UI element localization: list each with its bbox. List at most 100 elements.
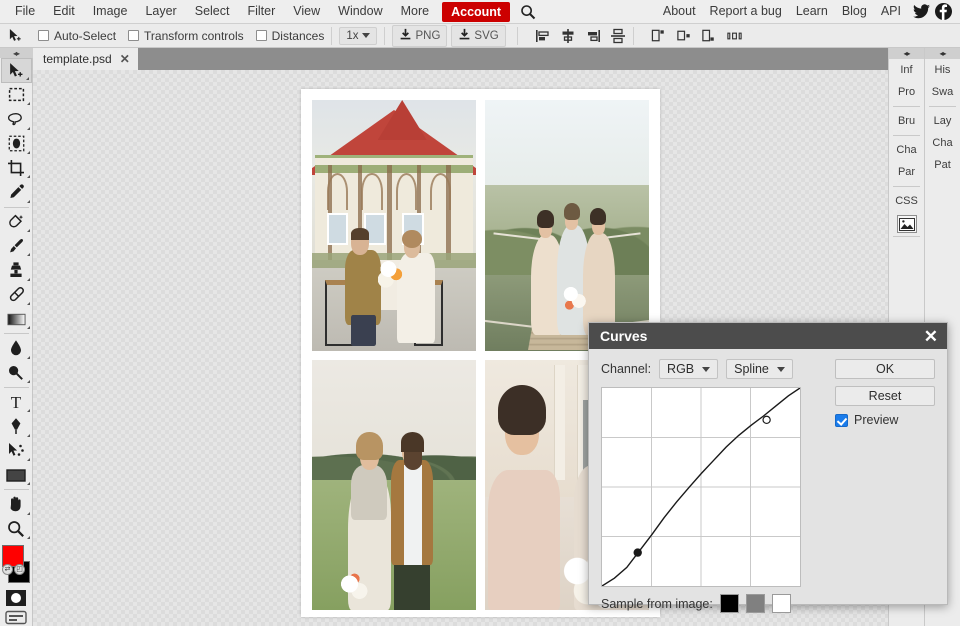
menu-item-view[interactable]: View (284, 1, 329, 22)
curves-dialog[interactable]: Curves ✕ Channel: RGB Spline (588, 322, 948, 605)
document-tab-template-psd[interactable]: template.psd ✕ (33, 48, 138, 70)
twitter-icon[interactable] (913, 4, 930, 19)
menu-bar-left: File Edit Image Layer Select Filter View… (0, 1, 536, 22)
channel-dropdown[interactable]: RGB (659, 359, 718, 379)
align-left-icon[interactable] (535, 28, 551, 44)
tool-crop[interactable] (1, 156, 32, 180)
menu-item-file[interactable]: File (6, 1, 44, 22)
transform-controls-box[interactable] (128, 30, 139, 41)
tool-blur[interactable] (1, 336, 32, 360)
tool-marquee[interactable] (1, 83, 32, 107)
align-middle-vertical-icon[interactable] (610, 28, 626, 44)
link-learn[interactable]: Learn (789, 1, 835, 22)
panel-tab-layers[interactable]: Lay (925, 110, 960, 132)
facebook-icon[interactable] (935, 3, 952, 20)
photo-bridesmaids-bridge[interactable] (485, 100, 649, 351)
tool-pen[interactable] (1, 414, 32, 438)
export-svg-button[interactable]: SVG (451, 25, 505, 47)
tool-clone-stamp[interactable] (1, 258, 32, 282)
distribute-right-icon[interactable] (701, 28, 717, 44)
sample-black-point-swatch[interactable] (720, 594, 739, 613)
align-right-icon[interactable] (585, 28, 601, 44)
tool-hand[interactable] (1, 492, 32, 516)
distribute-center-icon[interactable] (676, 28, 692, 44)
close-icon[interactable]: ✕ (120, 52, 130, 66)
tool-shape[interactable] (1, 463, 32, 487)
color-swatches[interactable]: ⇄ ◰ (1, 545, 31, 584)
menu-item-edit[interactable]: Edit (44, 1, 84, 22)
panel-tab-properties[interactable]: Pro (889, 81, 924, 103)
tool-path-select[interactable] (1, 439, 32, 463)
menu-item-more[interactable]: More (392, 1, 438, 22)
tool-move[interactable] (1, 58, 32, 82)
auto-select-checkbox[interactable]: Auto-Select (38, 29, 116, 43)
zoom-level-dropdown[interactable]: 1x (339, 27, 377, 45)
distances-box[interactable] (256, 30, 267, 41)
menu-item-select[interactable]: Select (186, 1, 239, 22)
interpolation-dropdown[interactable]: Spline (726, 359, 793, 379)
panel-tab-info[interactable]: Inf (889, 59, 924, 81)
panel-tab-swatches[interactable]: Swa (925, 81, 960, 103)
distances-checkbox[interactable]: Distances (256, 29, 325, 43)
panel-tab-brushes[interactable]: Bru (889, 110, 924, 132)
close-icon[interactable]: ✕ (924, 328, 938, 345)
curves-control-point[interactable] (763, 416, 770, 423)
curves-control-point[interactable] (634, 549, 641, 556)
link-blog[interactable]: Blog (835, 1, 874, 22)
transform-controls-checkbox[interactable]: Transform controls (128, 29, 244, 43)
preview-checkbox-box[interactable] (835, 414, 848, 427)
tools-divider-1 (4, 207, 29, 208)
curves-graph[interactable] (601, 387, 801, 587)
link-api[interactable]: API (874, 1, 908, 22)
menu-item-image[interactable]: Image (84, 1, 137, 22)
panel-tab-paths[interactable]: Pat (925, 154, 960, 176)
tools-panel-collapse-handle[interactable]: ◂▸ (0, 48, 33, 58)
menu-item-window[interactable]: Window (329, 1, 391, 22)
curves-graph-svg[interactable] (602, 388, 800, 586)
preview-checkbox[interactable]: Preview (835, 413, 935, 427)
quick-mask-icon[interactable] (3, 588, 29, 607)
menu-item-filter[interactable]: Filter (238, 1, 284, 22)
panel-collapse-handle-a[interactable]: ◂▸ (889, 48, 924, 59)
tool-gradient[interactable] (1, 307, 32, 331)
screen-mode-icon[interactable] (3, 609, 29, 626)
panel-tab-css[interactable]: CSS (889, 190, 924, 212)
default-colors-button[interactable]: ◰ (14, 564, 25, 575)
photo-couple-at-table[interactable] (312, 100, 476, 351)
auto-select-box[interactable] (38, 30, 49, 41)
panel-tab-channels[interactable]: Cha (925, 132, 960, 154)
curves-dialog-titlebar[interactable]: Curves ✕ (589, 323, 947, 349)
menu-bar: File Edit Image Layer Select Filter View… (0, 0, 960, 24)
align-center-horizontal-icon[interactable] (560, 28, 576, 44)
panel-tab-history[interactable]: His (925, 59, 960, 81)
tool-lasso[interactable] (1, 107, 32, 131)
swap-colors-button[interactable]: ⇄ (2, 564, 13, 575)
tool-healing[interactable] (1, 210, 32, 234)
transform-controls-label: Transform controls (144, 29, 244, 43)
image-thumbnail-icon[interactable] (897, 215, 917, 233)
reset-button[interactable]: Reset (835, 386, 935, 406)
distribute-left-icon[interactable] (651, 28, 667, 44)
tool-corner-marker (27, 458, 30, 461)
tool-dodge[interactable] (1, 361, 32, 385)
tool-object-select[interactable] (1, 132, 32, 156)
tool-zoom[interactable] (1, 517, 32, 541)
tool-eyedropper[interactable] (1, 180, 32, 204)
sample-white-point-swatch[interactable] (772, 594, 791, 613)
link-report-a-bug[interactable]: Report a bug (703, 1, 789, 22)
photo-couple-field[interactable] (312, 360, 476, 611)
search-icon[interactable] (520, 4, 536, 20)
ok-button[interactable]: OK (835, 359, 935, 379)
panel-collapse-handle-b[interactable]: ◂▸ (925, 48, 960, 59)
account-button[interactable]: Account (442, 2, 510, 22)
export-png-button[interactable]: PNG (392, 25, 447, 47)
panel-tab-character[interactable]: Cha (889, 139, 924, 161)
panel-tab-paragraph[interactable]: Par (889, 161, 924, 183)
menu-item-layer[interactable]: Layer (136, 1, 185, 22)
sample-gray-point-swatch[interactable] (746, 594, 765, 613)
tool-eraser[interactable] (1, 283, 32, 307)
distribute-spacing-icon[interactable] (726, 28, 742, 44)
tool-brush[interactable] (1, 234, 32, 258)
link-about[interactable]: About (656, 1, 703, 22)
tool-type[interactable]: T (1, 390, 32, 414)
